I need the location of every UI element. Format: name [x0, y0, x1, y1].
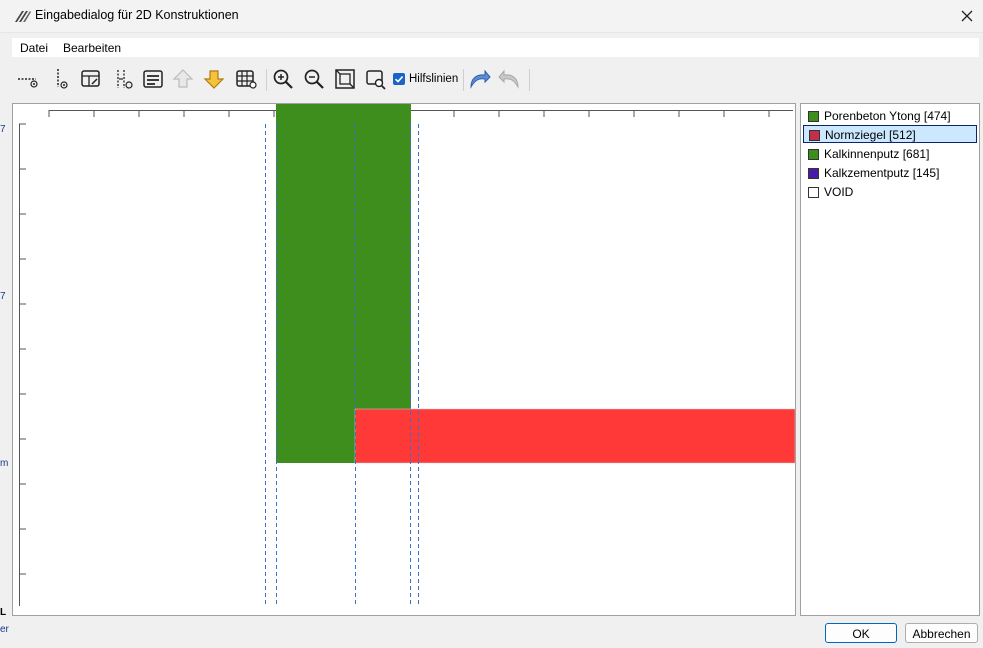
- material-label: VOID: [824, 185, 854, 199]
- arrow-up-icon: [172, 69, 194, 88]
- menu-bearbeiten[interactable]: Bearbeiten: [63, 41, 121, 55]
- title-bar: Eingabedialog für 2D Konstruktionen: [0, 0, 983, 33]
- arrow-down-icon: [203, 70, 225, 89]
- split-vertical-button[interactable]: [112, 67, 136, 91]
- material-item-porenbeton[interactable]: Porenbeton Ytong [474]: [803, 107, 977, 125]
- material-item-kalkinnenputz[interactable]: Kalkinnenputz [681]: [803, 145, 977, 163]
- hilfslinien-label[interactable]: Hilfslinien: [409, 73, 458, 85]
- background-window-text: m: [0, 458, 9, 469]
- window-title: Eingabedialog für 2D Konstruktionen: [35, 8, 239, 22]
- undo-icon: [470, 69, 491, 89]
- move-up-button[interactable]: [171, 67, 195, 91]
- background-window-text: er: [0, 624, 9, 635]
- close-button[interactable]: [951, 0, 983, 32]
- drawing-canvas[interactable]: [12, 103, 796, 616]
- hilfslinien-checkbox[interactable]: [393, 73, 405, 85]
- list-icon: [143, 70, 163, 88]
- zoom-fit-icon: [335, 69, 355, 89]
- undo-button[interactable]: [467, 67, 491, 91]
- ok-button[interactable]: OK: [825, 623, 897, 643]
- material-swatch: [808, 111, 819, 122]
- zoom-fit-button[interactable]: [333, 67, 357, 91]
- grid-icon: [236, 70, 257, 89]
- top-ruler: [48, 110, 793, 117]
- toolbar-separator: [529, 69, 530, 91]
- toolbar-separator: [463, 69, 464, 91]
- background-window-text: 7: [0, 124, 6, 135]
- construction-drawing[interactable]: [13, 104, 796, 615]
- split-vertical-icon: [117, 70, 133, 89]
- material-label: Kalkinnenputz [681]: [824, 147, 930, 161]
- material-swatch: [808, 168, 819, 179]
- zoom-out-button[interactable]: [302, 67, 326, 91]
- toolbar: [12, 64, 979, 96]
- move-down-button[interactable]: [202, 67, 226, 91]
- edit-table-icon: [81, 70, 100, 87]
- checkmark-icon: [394, 76, 404, 83]
- material-region-red[interactable]: [354, 408, 796, 464]
- edit-table-button[interactable]: [79, 67, 103, 91]
- material-item-kalkzementputz[interactable]: Kalkzementputz [145]: [803, 164, 977, 182]
- menu-datei[interactable]: Datei: [20, 41, 48, 55]
- material-swatch: [808, 187, 819, 198]
- add-horizontal-line-button[interactable]: [16, 67, 40, 91]
- horizontal-line-icon: [18, 78, 38, 88]
- list-button[interactable]: [141, 67, 165, 91]
- material-label: Normziegel [512]: [825, 128, 916, 142]
- close-icon: [961, 10, 973, 22]
- zoom-window-icon: [366, 70, 386, 90]
- vertical-line-icon: [57, 69, 68, 89]
- background-window-text: 7: [0, 291, 6, 302]
- menu-bar: Datei Bearbeiten: [12, 38, 979, 57]
- left-ruler: [19, 123, 26, 606]
- zoom-in-button[interactable]: [271, 67, 295, 91]
- zoom-in-icon: [273, 69, 293, 89]
- zoom-out-icon: [304, 69, 324, 89]
- toolbar-separator: [266, 69, 267, 91]
- redo-button[interactable]: [498, 67, 522, 91]
- redo-icon: [498, 69, 519, 89]
- material-item-void[interactable]: VOID: [803, 183, 977, 201]
- cancel-button[interactable]: Abbrechen: [905, 623, 978, 643]
- material-list: Porenbeton Ytong [474] Normziegel [512] …: [800, 103, 980, 616]
- app-logo-icon: [15, 11, 31, 22]
- material-item-normziegel[interactable]: Normziegel [512]: [803, 125, 977, 143]
- material-swatch: [809, 130, 820, 141]
- zoom-window-button[interactable]: [364, 67, 388, 91]
- grid-button[interactable]: [234, 67, 258, 91]
- material-swatch: [808, 149, 819, 160]
- add-vertical-line-button[interactable]: [50, 67, 74, 91]
- background-window-text: L: [0, 607, 7, 618]
- material-label: Porenbeton Ytong [474]: [824, 109, 951, 123]
- material-label: Kalkzementputz [145]: [824, 166, 940, 180]
